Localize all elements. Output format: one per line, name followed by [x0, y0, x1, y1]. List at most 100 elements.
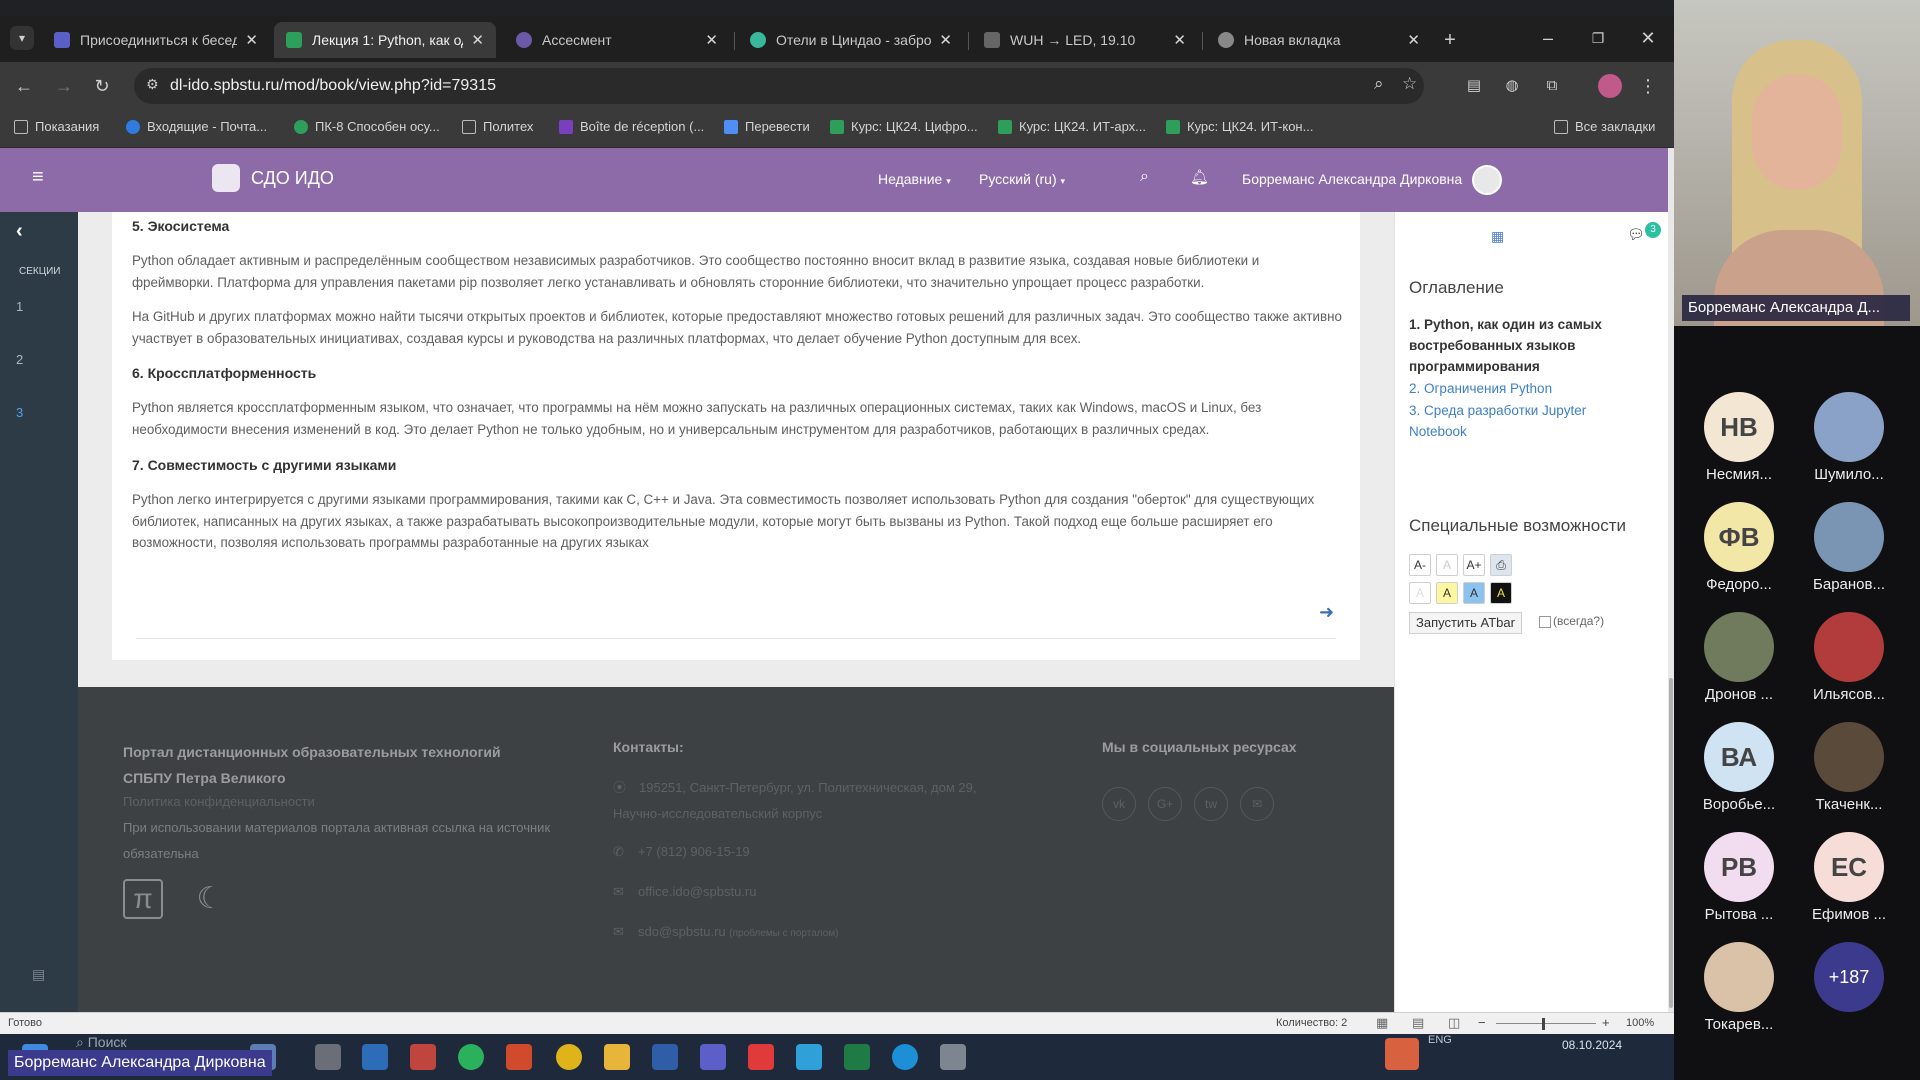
reset-font-button[interactable]: A — [1436, 554, 1458, 576]
url-text[interactable]: dl-ido.spbstu.ru/mod/book/view.php?id=79… — [170, 77, 496, 95]
vk-icon[interactable]: vk — [1102, 787, 1136, 821]
chrome-icon[interactable] — [556, 1044, 582, 1070]
recent-menu[interactable]: Недавние ▾ — [878, 171, 951, 187]
tab-assessment[interactable]: Ассесмент ✕ — [504, 22, 730, 58]
scrollbar-thumb[interactable] — [1669, 678, 1673, 1008]
section-link-2[interactable]: 2 — [16, 352, 23, 367]
all-bookmarks[interactable]: Все закладки — [1554, 119, 1655, 134]
zoom-icon[interactable]: ⌕ — [1374, 74, 1384, 94]
tab-hotels[interactable]: Отели в Циндао - заброн ✕ — [738, 22, 964, 58]
site-logo-icon[interactable] — [212, 164, 240, 192]
yellow-colour-button[interactable]: A — [1436, 582, 1458, 604]
forward-icon[interactable]: → — [52, 74, 76, 98]
bookmark-item[interactable]: Политех — [462, 119, 533, 134]
footer-email-sdo[interactable]: sdo@spbstu.ru — [638, 924, 726, 939]
zoom-in-icon[interactable]: + — [1602, 1015, 1610, 1030]
close-window-icon[interactable]: ✕ — [1636, 26, 1660, 50]
hamburger-menu-icon[interactable]: ≡ — [32, 166, 44, 189]
participant-tile[interactable]: ВА Воробье... — [1684, 722, 1794, 813]
increase-font-button[interactable]: A+ — [1463, 554, 1485, 576]
bookmark-item[interactable]: Входящие - Почта... — [126, 119, 267, 134]
whatsapp-icon[interactable] — [458, 1044, 484, 1070]
page-layout-icon[interactable]: ▤ — [1412, 1015, 1424, 1031]
bookmark-item[interactable]: Boîte de réception (... — [559, 119, 704, 134]
collapse-chevron-left-icon[interactable]: ‹ — [16, 220, 23, 243]
profile-icon[interactable] — [1598, 74, 1622, 98]
back-icon[interactable]: ← — [12, 74, 36, 98]
zoom-slider[interactable] — [1496, 1023, 1596, 1024]
site-info-icon[interactable]: ⚙ — [146, 76, 159, 93]
taskbar-date[interactable]: 08.10.2024 — [1562, 1038, 1622, 1052]
participant-tile[interactable]: Токарев... — [1684, 942, 1794, 1033]
launch-atbar-button[interactable]: Запустить ATbar — [1409, 612, 1522, 634]
close-icon[interactable]: ✕ — [1407, 31, 1420, 49]
close-icon[interactable]: ✕ — [1173, 31, 1186, 49]
search-icon[interactable]: ⌕ — [1140, 168, 1149, 186]
new-tab-button[interactable]: + — [1438, 28, 1462, 52]
save-settings-icon[interactable]: ⎙ — [1490, 554, 1512, 576]
participant-tile[interactable]: ЕС Ефимов ... — [1794, 832, 1904, 923]
explorer-icon[interactable] — [604, 1044, 630, 1070]
privacy-link[interactable]: Политика конфиденциальности — [123, 789, 315, 815]
page-break-icon[interactable]: ◫ — [1448, 1015, 1460, 1031]
drawer-toggle-icon[interactable]: ▤ — [32, 966, 45, 983]
close-icon[interactable]: ✕ — [245, 31, 258, 49]
tab-lecture[interactable]: Лекция 1: Python, как оди ✕ — [274, 22, 496, 58]
polytech-logo-icon[interactable]: π — [123, 879, 163, 919]
toc-item-2[interactable]: 2. Ограничения Python — [1409, 378, 1619, 399]
more-participants-button[interactable]: +187 — [1794, 942, 1904, 1012]
reload-icon[interactable]: ↻ — [90, 74, 114, 98]
participant-tile[interactable]: НВ Несмия... — [1684, 392, 1794, 483]
teams-icon[interactable] — [700, 1044, 726, 1070]
decrease-font-button[interactable]: A- — [1409, 554, 1431, 576]
outlook-icon[interactable] — [652, 1044, 678, 1070]
participant-tile[interactable]: Дронов ... — [1684, 612, 1794, 703]
minimize-icon[interactable]: – — [1536, 26, 1560, 50]
participant-tile[interactable]: Шумило... — [1794, 392, 1904, 483]
bookmark-item[interactable]: ПК-8 Способен осу... — [294, 119, 440, 134]
bookmark-item[interactable]: Курс: ЦК24. ИТ-арх... — [998, 119, 1146, 134]
block-grid-icon[interactable]: ▦ — [1491, 228, 1504, 245]
close-icon[interactable]: ✕ — [471, 31, 484, 49]
bookmark-item[interactable]: Курс: ЦК24. Цифро... — [830, 119, 978, 134]
taskbar-app-icon[interactable] — [315, 1044, 341, 1070]
bookmark-item[interactable]: Курс: ЦК24. ИТ-кон... — [1166, 119, 1313, 134]
black-colour-button[interactable]: A — [1490, 582, 1512, 604]
menu-kebab-icon[interactable]: ⋮ — [1636, 74, 1660, 98]
participant-tile[interactable]: Ильясов... — [1794, 612, 1904, 703]
email-icon[interactable]: ✉ — [1240, 787, 1274, 821]
participant-tile[interactable]: ФВ Федоро... — [1684, 502, 1794, 593]
taskbar-app-icon[interactable] — [362, 1044, 388, 1070]
taskbar-app-icon[interactable] — [940, 1044, 966, 1070]
taskbar-app-icon[interactable] — [410, 1044, 436, 1070]
telegram-icon[interactable] — [796, 1044, 822, 1070]
tab-new[interactable]: Новая вкладка ✕ — [1206, 22, 1432, 58]
footer-email-office[interactable]: office.ido@spbstu.ru — [638, 879, 756, 905]
default-colour-button[interactable]: A — [1409, 582, 1431, 604]
normal-view-icon[interactable]: ▦ — [1376, 1015, 1388, 1031]
avatar[interactable] — [1472, 165, 1502, 195]
google-plus-icon[interactable]: G+ — [1148, 787, 1182, 821]
vpn-icon[interactable]: ◍ — [1500, 74, 1524, 98]
atbar-always-checkbox[interactable] — [1539, 616, 1551, 628]
twitter-icon[interactable]: tw — [1194, 787, 1228, 821]
participant-tile[interactable]: Баранов... — [1794, 502, 1904, 593]
user-name[interactable]: Борреманс Александра Дирковна — [1242, 171, 1462, 187]
powerpoint-icon[interactable] — [506, 1044, 532, 1070]
edge-icon[interactable] — [892, 1044, 918, 1070]
excel-icon[interactable] — [844, 1044, 870, 1070]
bookmark-item[interactable]: Перевести — [724, 119, 810, 134]
extensions-icon[interactable]: ⧉ — [1540, 74, 1564, 98]
tab-teams[interactable]: Присоединиться к беседе ✕ — [42, 22, 270, 58]
close-icon[interactable]: ✕ — [705, 31, 718, 49]
bookmark-item[interactable]: Показания — [14, 119, 99, 134]
reading-icon[interactable]: ▤ — [1462, 74, 1486, 98]
taskbar-app-icon[interactable] — [748, 1044, 774, 1070]
comment-icon[interactable]: 💬︎ — [1627, 226, 1645, 243]
input-language[interactable]: ENG — [1428, 1034, 1452, 1046]
notification-app-icon[interactable] — [1385, 1038, 1419, 1070]
taskbar-search[interactable]: ⌕ Поиск — [76, 1034, 127, 1051]
toc-item-3[interactable]: 3. Среда разработки Jupyter Notebook — [1409, 400, 1619, 442]
address-bar[interactable]: ⚙ dl-ido.spbstu.ru/mod/book/view.php?id=… — [134, 68, 1424, 104]
zoom-out-icon[interactable]: − — [1478, 1015, 1486, 1030]
